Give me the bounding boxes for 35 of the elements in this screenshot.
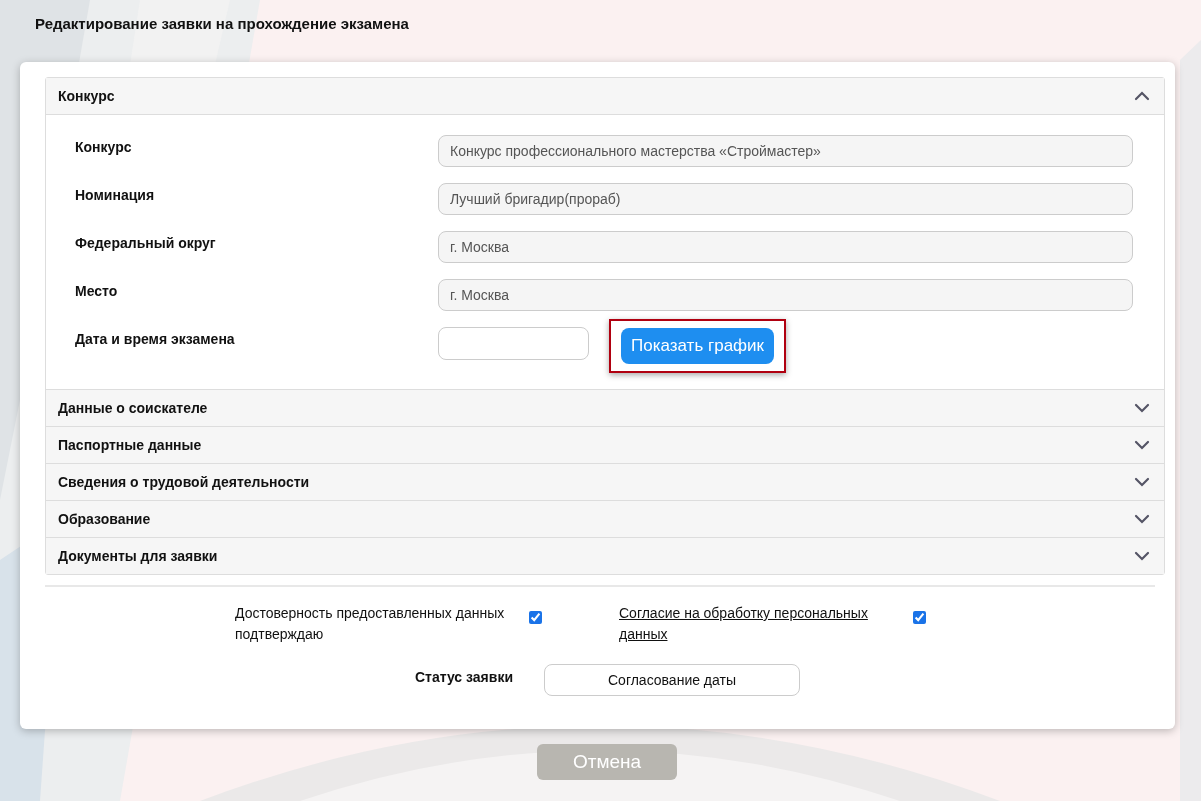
- input-field[interactable]: г. Москва: [438, 279, 1133, 311]
- field-label: Конкурс: [75, 138, 133, 155]
- section-header[interactable]: Конкурс: [46, 78, 1164, 114]
- consent-link[interactable]: Согласие на обработку персональных данных: [619, 603, 889, 645]
- section-header[interactable]: Паспортные данные: [46, 426, 1164, 463]
- chevron-down-icon[interactable]: [1134, 477, 1150, 487]
- date-field[interactable]: [438, 327, 589, 360]
- section-header[interactable]: Сведения о трудовой деятельности: [46, 463, 1164, 500]
- page-title: Редактирование заявки на прохождение экзамена: [35, 15, 410, 34]
- status-label: Статус заявки: [413, 668, 513, 685]
- section-header[interactable]: Данные о соискателе: [46, 389, 1164, 426]
- chevron-down-icon[interactable]: [1134, 514, 1150, 524]
- status-field: Согласование даты: [544, 664, 800, 696]
- field-label: Место: [75, 282, 119, 299]
- chevron-down-icon[interactable]: [1134, 403, 1150, 413]
- section-header[interactable]: Образование: [46, 500, 1164, 537]
- chevron-down-icon[interactable]: [1134, 551, 1150, 561]
- input-field[interactable]: Лучший бригадир(прораб): [438, 183, 1133, 215]
- section-header[interactable]: Документы для заявки: [46, 537, 1164, 574]
- chevron-down-icon[interactable]: [1134, 440, 1150, 450]
- field-label: Дата и время экзамена: [75, 330, 236, 347]
- section-title: Образование: [58, 511, 151, 527]
- section-title: Данные о соискателе: [58, 400, 208, 416]
- section-title: Паспортные данные: [58, 437, 202, 453]
- section-title: Сведения о трудовой деятельности: [58, 474, 310, 490]
- section-title: Конкурс: [58, 88, 115, 104]
- field-label: Федеральный округ: [75, 234, 217, 251]
- section-title: Документы для заявки: [58, 548, 218, 564]
- checkbox[interactable]: [913, 611, 926, 624]
- field-label: Номинация: [75, 186, 156, 203]
- input-field[interactable]: Конкурс профессионального мастерства «Строймастер»: [438, 135, 1133, 167]
- checkbox[interactable]: [529, 611, 542, 624]
- agreement-text: Достоверность предоставленных данных подтверждаю: [235, 604, 505, 644]
- chevron-up-icon[interactable]: [1134, 91, 1150, 101]
- input-field[interactable]: г. Москва: [438, 231, 1133, 263]
